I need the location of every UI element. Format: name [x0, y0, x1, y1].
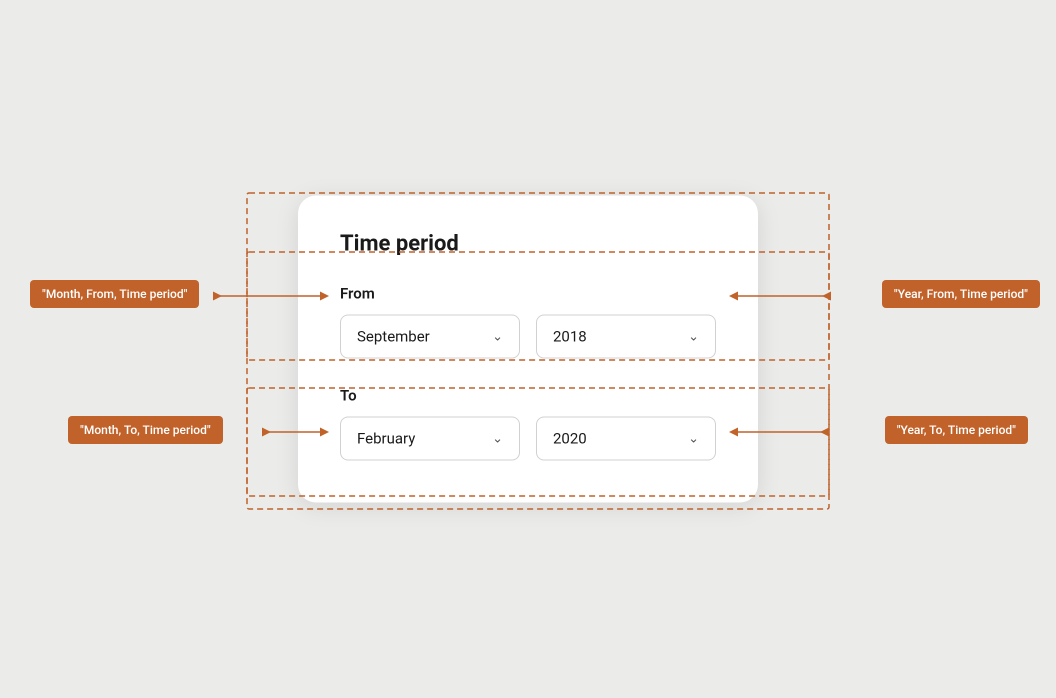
from-month-dropdown[interactable]: September ⌄ — [340, 315, 520, 359]
to-month-chevron-icon: ⌄ — [492, 431, 503, 446]
card-title: Time period — [340, 232, 716, 257]
to-year-dropdown[interactable]: 2020 ⌄ — [536, 417, 716, 461]
to-dropdowns-row: February ⌄ 2020 ⌄ — [340, 417, 716, 461]
to-month-dropdown[interactable]: February ⌄ — [340, 417, 520, 461]
to-year-chevron-icon: ⌄ — [688, 431, 699, 446]
to-month-value: February — [357, 430, 415, 448]
from-year-value: 2018 — [553, 328, 587, 346]
from-dropdowns-row: September ⌄ 2018 ⌄ — [340, 315, 716, 359]
annotation-year-to: "Year, To, Time period" — [885, 416, 1028, 444]
from-year-dropdown[interactable]: 2018 ⌄ — [536, 315, 716, 359]
annotation-year-from: "Year, From, Time period" — [882, 280, 1040, 308]
to-year-value: 2020 — [553, 430, 587, 448]
annotation-month-to: "Month, To, Time period" — [68, 416, 223, 444]
annotation-month-from: "Month, From, Time period" — [30, 280, 199, 308]
from-month-chevron-icon: ⌄ — [492, 329, 503, 344]
from-year-chevron-icon: ⌄ — [688, 329, 699, 344]
time-period-card: Time period From September ⌄ 2018 ⌄ To F… — [298, 196, 758, 503]
from-label: From — [340, 285, 716, 303]
to-label: To — [340, 387, 716, 405]
from-month-value: September — [357, 328, 430, 346]
scene: Time period From September ⌄ 2018 ⌄ To F… — [0, 0, 1056, 698]
